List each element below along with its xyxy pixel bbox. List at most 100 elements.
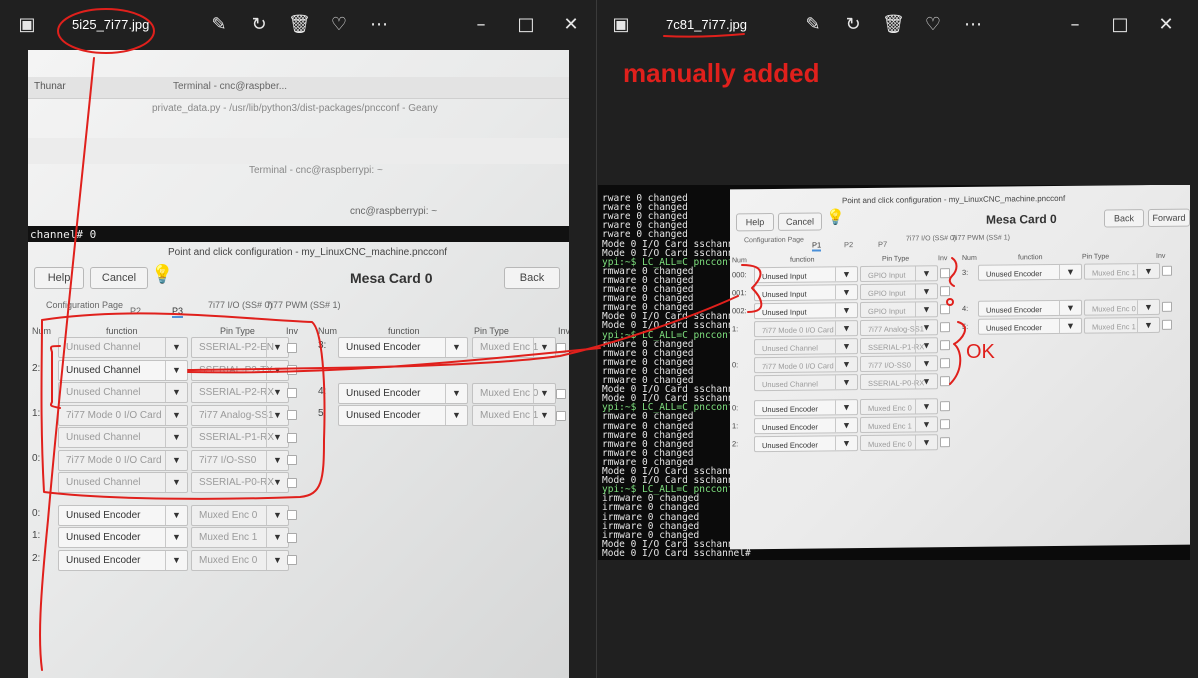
invert-checkbox[interactable] <box>287 555 297 565</box>
pin-type-combo[interactable]: SSERIAL-P2-RX ▼ <box>191 382 289 403</box>
pin-type-combo[interactable]: SSERIAL-P1-RX ▼ <box>191 427 289 448</box>
function-combo[interactable]: 7i77 Mode 0 I/O Card ▼ <box>58 404 188 426</box>
invert-checkbox[interactable] <box>940 286 950 297</box>
invert-checkbox[interactable] <box>287 342 297 353</box>
function-combo[interactable]: Unused Encoder ▼ <box>338 405 468 426</box>
cancel-button[interactable]: Cancel <box>90 267 148 289</box>
function-combo[interactable]: Unused Channel ▼ <box>58 427 188 448</box>
function-combo[interactable]: Unused Channel ▼ <box>58 359 188 381</box>
tab-7i77-pwm[interactable]: 7i77 PWM (SS# 1) <box>266 300 341 310</box>
image-icon[interactable]: ▣ <box>610 14 632 36</box>
function-combo[interactable]: Unused Encoder ▼ <box>58 549 188 571</box>
invert-checkbox[interactable] <box>940 419 950 430</box>
tab-p3[interactable]: P3 <box>172 306 184 318</box>
function-combo[interactable]: 7i77 Mode 0 I/O Card ▼ <box>58 449 188 471</box>
pin-type-combo[interactable]: 7i77 Analog-SS1 ▼ <box>191 404 289 426</box>
invert-checkbox[interactable] <box>287 387 297 398</box>
pin-type-combo[interactable]: Muxed Enc 1 ▼ <box>472 405 556 426</box>
pin-type-combo[interactable]: GPIO Input ▼ <box>860 283 938 301</box>
edit-icon[interactable]: ✎ <box>208 14 230 36</box>
function-combo[interactable]: Unused Input ▼ <box>754 266 858 284</box>
invert-checkbox[interactable] <box>940 358 950 369</box>
pin-type-combo[interactable]: Muxed Enc 0 ▼ <box>1084 298 1160 316</box>
function-combo[interactable]: Unused Channel ▼ <box>58 337 188 358</box>
function-combo[interactable]: Unused Encoder ▼ <box>754 417 858 435</box>
pin-type-combo[interactable]: Muxed Enc 1 ▼ <box>1084 262 1160 280</box>
tab-config[interactable]: Configuration Page <box>46 300 123 310</box>
maximize-icon[interactable]: □ <box>1109 14 1131 36</box>
invert-checkbox[interactable] <box>287 532 297 543</box>
back-button[interactable]: Back <box>1104 209 1144 228</box>
more-icon[interactable]: ⋯ <box>368 14 390 36</box>
pin-type-combo[interactable]: SSERIAL-P0-RX ▼ <box>191 472 289 493</box>
forward-button[interactable]: Forward <box>1148 208 1190 228</box>
function-combo[interactable]: Unused Encoder ▼ <box>978 263 1082 281</box>
heart-icon[interactable]: ♡ <box>328 14 350 36</box>
invert-checkbox[interactable] <box>940 304 950 315</box>
pin-type-combo[interactable]: SSERIAL-P0-RX ▼ <box>860 373 938 391</box>
invert-checkbox[interactable] <box>287 365 297 375</box>
function-combo[interactable]: 7i77 Mode 0 I/O Card ▼ <box>754 356 858 374</box>
tab-p2[interactable]: P2 <box>844 240 853 249</box>
delete-icon[interactable]: 🗑 <box>288 14 311 36</box>
invert-checkbox[interactable] <box>940 401 950 412</box>
invert-checkbox[interactable] <box>1162 319 1172 330</box>
invert-checkbox[interactable] <box>556 342 566 353</box>
pin-type-combo[interactable]: SSERIAL-P2-EN ▼ <box>191 337 289 358</box>
pin-type-combo[interactable]: Muxed Enc 1 ▼ <box>860 416 938 434</box>
tab-7i77-io[interactable]: 7i77 I/O (SS# 0) <box>208 300 273 310</box>
pin-type-combo[interactable]: Muxed Enc 0 ▼ <box>191 504 289 526</box>
function-combo[interactable]: Unused Channel ▼ <box>58 382 188 403</box>
pin-type-combo[interactable]: GPIO Input ▼ <box>860 265 938 283</box>
invert-checkbox[interactable] <box>287 510 297 520</box>
pin-type-combo[interactable]: 7i77 Analog-SS1 ▼ <box>860 319 938 337</box>
pin-type-combo[interactable]: Muxed Enc 0 ▼ <box>472 383 556 404</box>
close-icon[interactable]: ✕ <box>1155 14 1177 36</box>
pin-type-combo[interactable]: GPIO Input ▼ <box>860 301 938 319</box>
maximize-icon[interactable]: □ <box>515 14 537 36</box>
invert-checkbox[interactable] <box>287 432 297 443</box>
function-combo[interactable]: Unused Input ▼ <box>754 302 858 320</box>
invert-checkbox[interactable] <box>556 388 566 399</box>
invert-checkbox[interactable] <box>1162 301 1172 312</box>
help-button[interactable]: Help <box>736 212 774 232</box>
tab-p1[interactable]: P1 <box>812 240 822 252</box>
rotate-icon[interactable]: ↻ <box>248 14 270 36</box>
invert-checkbox[interactable] <box>1162 265 1172 276</box>
pin-type-combo[interactable]: 7i77 I/O-SS0 ▼ <box>191 449 289 471</box>
invert-checkbox[interactable] <box>556 410 566 421</box>
invert-checkbox[interactable] <box>287 477 297 488</box>
pin-type-combo[interactable]: Muxed Enc 1 ▼ <box>472 337 556 358</box>
pin-type-combo[interactable]: Muxed Enc 0 ▼ <box>860 434 938 452</box>
heart-icon[interactable]: ♡ <box>922 14 944 36</box>
cancel-button[interactable]: Cancel <box>778 212 822 231</box>
function-combo[interactable]: Unused Encoder ▼ <box>978 317 1082 335</box>
function-combo[interactable]: Unused Encoder ▼ <box>58 504 188 526</box>
pin-type-combo[interactable]: Muxed Enc 1 ▼ <box>191 527 289 548</box>
tab-config[interactable]: Configuration Page <box>744 237 804 245</box>
rotate-icon[interactable]: ↻ <box>842 14 864 36</box>
delete-icon[interactable]: 🗑 <box>882 14 905 36</box>
invert-checkbox[interactable] <box>940 268 950 279</box>
more-icon[interactable]: ⋯ <box>962 14 984 36</box>
tab-p2[interactable]: P2 <box>130 306 141 316</box>
function-combo[interactable]: 7i77 Mode 0 I/O Card ▼ <box>754 320 858 338</box>
invert-checkbox[interactable] <box>940 322 950 333</box>
pin-type-combo[interactable]: Muxed Enc 0 ▼ <box>860 398 938 416</box>
invert-checkbox[interactable] <box>287 410 297 420</box>
function-combo[interactable]: Unused Encoder ▼ <box>754 399 858 417</box>
minimize-icon[interactable]: – <box>470 14 492 36</box>
function-combo[interactable]: Unused Channel ▼ <box>58 472 188 493</box>
function-combo[interactable]: Unused Encoder ▼ <box>978 299 1082 317</box>
invert-checkbox[interactable] <box>287 455 297 465</box>
minimize-icon[interactable]: – <box>1064 14 1086 36</box>
help-button[interactable]: Help <box>34 267 84 289</box>
invert-checkbox[interactable] <box>940 437 950 448</box>
pin-type-combo[interactable]: SSERIAL-P2-TX ▼ <box>191 359 289 381</box>
pin-type-combo[interactable]: SSERIAL-P1-RX ▼ <box>860 337 938 355</box>
image-icon[interactable]: ▣ <box>16 14 38 36</box>
tab-7i77-pwm[interactable]: 7i77 PWM (SS# 1) <box>952 234 1010 242</box>
function-combo[interactable]: Unused Channel ▼ <box>754 338 858 356</box>
edit-icon[interactable]: ✎ <box>802 14 824 36</box>
invert-checkbox[interactable] <box>940 340 950 351</box>
